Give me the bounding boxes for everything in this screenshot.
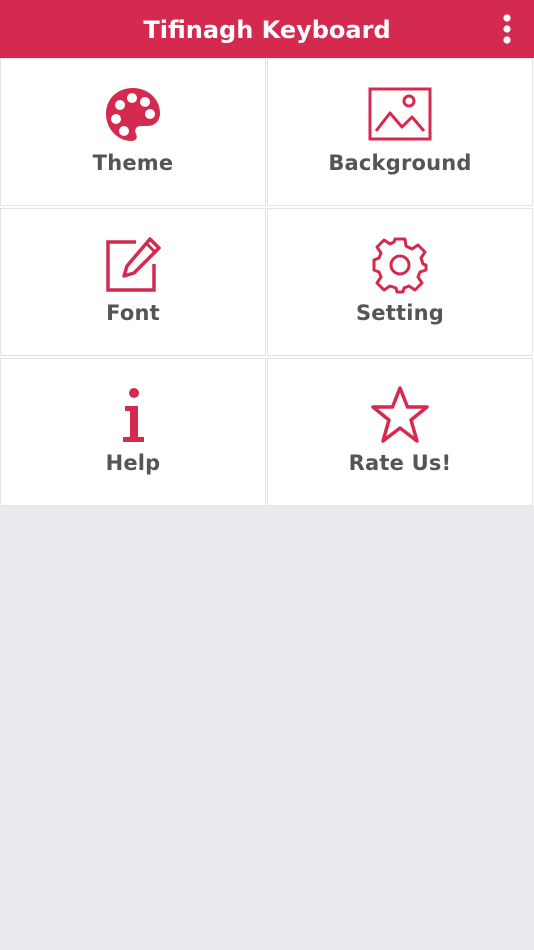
app-title: Tifinagh Keyboard: [143, 16, 391, 44]
menu-grid: Theme Background Font Setting Help Rate …: [0, 58, 534, 506]
overflow-menu-button[interactable]: [492, 9, 522, 49]
rate-us-tile[interactable]: Rate Us!: [267, 358, 533, 506]
setting-tile[interactable]: Setting: [267, 208, 533, 356]
vertical-dots-icon: [503, 14, 511, 44]
star-icon: [368, 383, 432, 447]
setting-label: Setting: [355, 301, 445, 325]
help-label: Help: [105, 451, 161, 475]
edit-icon: [101, 233, 165, 297]
app-bar: Tifinagh Keyboard: [0, 0, 534, 58]
info-icon: [101, 383, 165, 447]
gear-icon: [368, 233, 432, 297]
rate-us-label: Rate Us!: [348, 451, 452, 475]
font-label: Font: [106, 301, 160, 325]
help-tile[interactable]: Help: [0, 358, 266, 506]
image-icon: [368, 83, 432, 147]
theme-tile[interactable]: Theme: [0, 58, 266, 206]
font-tile[interactable]: Font: [0, 208, 266, 356]
background-label: Background: [328, 151, 472, 175]
palette-icon: [101, 83, 165, 147]
theme-label: Theme: [92, 151, 174, 175]
background-tile[interactable]: Background: [267, 58, 533, 206]
